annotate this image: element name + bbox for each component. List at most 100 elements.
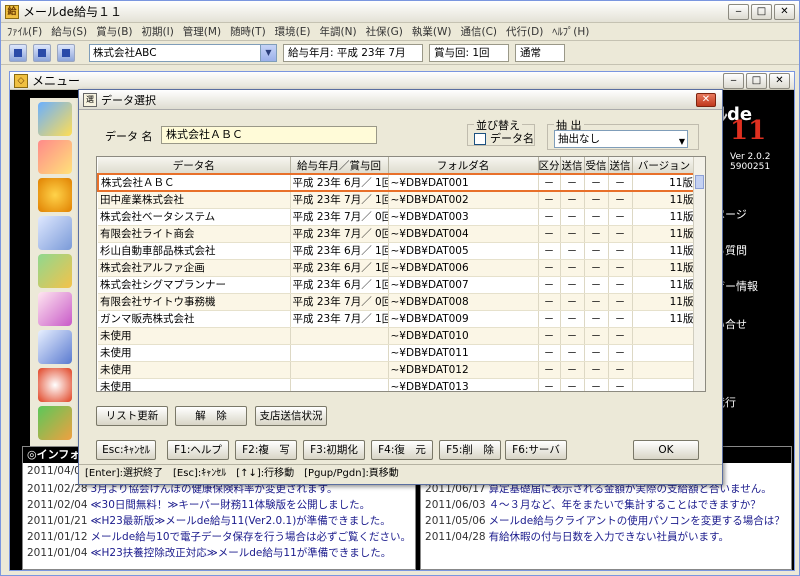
branch-send-status-button[interactable]: 支店送信状況 [255,406,327,426]
clock-menu-icon[interactable] [38,368,72,402]
ok-button[interactable]: OK [633,440,699,460]
menu-item[interactable]: 随時(T) [230,24,266,39]
pay-menu-icon[interactable] [38,102,72,136]
table-cell [632,327,697,345]
sort-by-name-checkbox[interactable]: データ名 [474,130,534,146]
table-row[interactable]: 未使用 ~¥DB¥DAT010 －－－－ [98,327,697,345]
table-row[interactable]: ガンマ販売株式会社 平成 23年 7月／ 1回 ~¥DB¥DAT009 －－－－ 11版 [98,310,697,328]
table-cell: ~¥DB¥DAT005 [388,242,539,260]
f5-delete-button[interactable]: F5:削 除 [439,440,501,460]
documents-menu-icon[interactable] [38,216,72,250]
chevron-down-icon[interactable]: ▼ [260,44,276,61]
minimize-button[interactable]: ‒ [728,3,749,20]
column-header[interactable]: データ名 [98,157,291,175]
table-cell: － [608,173,633,192]
list-item[interactable]: 2011/01/04 ≪H23扶養控除改正対応≫メールde給与11が準備できました… [27,545,411,561]
f6-server-button[interactable]: F6:サーバ [505,440,567,460]
menu-item[interactable]: 給与(S) [51,24,87,39]
table-row[interactable]: 未使用 ~¥DB¥DAT013 －－－－ [98,378,697,391]
column-header[interactable]: 給与年月／賞与回 [290,157,389,175]
exit-menu-icon[interactable] [38,406,72,440]
column-header[interactable]: フォルダ名 [388,157,539,175]
table-row[interactable]: 有限会社サイトウ事務機 平成 23年 7月／ 0回 ~¥DB¥DAT008 －－－－ 1… [98,293,697,311]
table-cell: － [584,327,609,345]
column-header[interactable]: バージョン [632,157,697,175]
news-text[interactable]: ≪30日間無料！≫キーパー財務11体験版を公開しました。 [91,499,371,511]
mail-receive-icon[interactable] [57,43,75,62]
menu-maximize-button[interactable]: □ [746,72,767,89]
grid-scrollbar[interactable] [693,157,705,391]
table-row[interactable]: 未使用 ~¥DB¥DAT011 －－－－ [98,344,697,362]
column-header[interactable]: 送信 [560,157,585,175]
mail-send-icon[interactable] [33,43,51,62]
close-button[interactable]: ✕ [774,3,795,20]
f3-initialize-button[interactable]: F3:初期化 [303,440,365,460]
column-header[interactable]: 受信 [584,157,609,175]
gear-menu-icon[interactable] [38,178,72,212]
checkbox-icon[interactable] [474,133,486,145]
f2-copy-button[interactable]: F2:複 写 [235,440,297,460]
save-icon[interactable] [9,43,27,62]
menu-minimize-button[interactable]: ‒ [723,72,744,89]
menu-close-button[interactable]: ✕ [769,72,790,89]
refresh-list-button[interactable]: リスト更新 [96,406,168,426]
dialog-close-button[interactable]: ✕ [696,93,716,107]
list-item[interactable]: 2011/05/06 メールde給与クライアントの使用パソコンを変更する場合は？ [425,513,787,529]
menu-item[interactable]: 代行(D) [506,24,543,39]
column-header[interactable]: 区分 [538,157,561,175]
news-text[interactable]: メールde給与クライアントの使用パソコンを変更する場合は？ [489,515,785,527]
menu-item[interactable]: 初期(I) [142,24,174,39]
menu-item[interactable]: 執業(W) [412,24,452,39]
table-row[interactable]: 田中産業株式会社 平成 23年 7月／ 1回 ~¥DB¥DAT002 －－－－ 11版 [98,191,697,209]
table-row[interactable]: 株式会社アルファ企画 平成 23年 6月／ 1回 ~¥DB¥DAT006 －－－－ 11… [98,259,697,277]
table-row[interactable]: 杉山自動車部品株式会社 平成 23年 6月／ 1回 ~¥DB¥DAT005 －－－－ 1… [98,242,697,260]
scrollbar-thumb[interactable] [695,175,704,189]
edit-menu-icon[interactable] [38,292,72,326]
table-cell: － [560,378,585,391]
table-row[interactable]: 有限会社ライト商会 平成 23年 7月／ 0回 ~¥DB¥DAT004 －－－－ 11版 [98,225,697,243]
menu-item[interactable]: ﾌｧｲﾙ(F) [7,24,42,39]
list-item[interactable]: 2011/06/03 ４～３月など、年をまたいで集計することはできますか？ [425,497,787,513]
table-cell: 平成 23年 6月／ 1回 [290,173,389,192]
data-name-field[interactable]: 株式会社ＡＢＣ [161,126,377,144]
list-item[interactable]: 2011/02/04 ≪30日間無料！≫キーパー財務11体験版を公開しました。 [27,497,411,513]
company-select[interactable]: 株式会社ABC ▼ [89,43,277,62]
menu-item[interactable]: 管理(M) [183,24,221,39]
table-row[interactable]: 株式会社シグマプランナー 平成 23年 6月／ 1回 ~¥DB¥DAT007 －－－－… [98,276,697,294]
news-text[interactable]: メールde給与10で電子データ保存を行う場合は必ずご覧ください。 [91,531,412,543]
tools-menu-icon[interactable] [38,254,72,288]
main-window: 給 メールde給与１１ ‒ □ ✕ ﾌｧｲﾙ(F) 給与(S) 賞与(B) 初期(I)… [0,0,800,576]
table-cell: － [538,259,561,277]
chevron-down-icon[interactable]: ▼ [679,134,685,150]
menu-item[interactable]: ﾍﾙﾌﾟ(H) [552,24,589,39]
f1-help-button[interactable]: F1:ヘルプ [167,440,229,460]
menu-item[interactable]: 年調(N) [320,24,357,39]
table-row[interactable]: 株式会社ＡＢＣ 平成 23年 6月／ 1回 ~¥DB¥DAT001 －－－－ 11版 [97,173,697,192]
release-button[interactable]: 解 除 [175,406,247,426]
esc-cancel-button[interactable]: Esc:ｷｬﾝｾﾙ [96,440,156,460]
news-text[interactable]: 有給休暇の付与日数を入力できない社員がいます。 [489,531,729,543]
maximize-button[interactable]: □ [751,3,772,20]
report-menu-icon[interactable] [38,330,72,364]
news-text[interactable]: ≪H23最新版≫メールde給与11(Ver2.0.1)が準備できました。 [91,515,391,527]
list-item[interactable]: 2011/01/12 メールde給与10で電子データ保存を行う場合は必ずご覧くださ… [27,529,411,545]
bonus-menu-icon[interactable] [38,140,72,174]
news-text[interactable]: ４～３月など、年をまたいで集計することはできますか？ [489,499,761,511]
table-row[interactable]: 未使用 ~¥DB¥DAT012 －－－－ [98,361,697,379]
table-row[interactable]: 株式会社ベータシステム 平成 23年 7月／ 0回 ~¥DB¥DAT003 －－－－ 1… [98,208,697,226]
column-header[interactable]: 送信 [608,157,633,175]
menu-item[interactable]: 賞与(B) [96,24,132,39]
data-select-dialog: 選 データ選択 ✕ データ 名 株式会社ＡＢＣ 並び替え データ名 抽 出 抽出… [78,89,723,485]
f4-restore-button[interactable]: F4:復 元 [371,440,433,460]
list-item[interactable]: 2011/04/28 有給休暇の付与日数を入力できない社員がいます。 [425,529,787,545]
news-text[interactable]: ≪H23扶養控除改正対応≫メールde給与11が準備できました。 [91,547,392,559]
menu-item[interactable]: 環境(E) [275,24,311,39]
menu-item[interactable]: 通信(C) [460,24,497,39]
extract-select[interactable]: 抽出なし ▼ [554,130,688,148]
list-item[interactable]: 2011/01/21 ≪H23最新版≫メールde給与11(Ver2.0.1)が準備… [27,513,411,529]
sort-group: 並び替え データ名 [467,117,535,146]
table-cell: ~¥DB¥DAT003 [388,208,539,226]
table-cell: － [608,361,633,379]
menu-item[interactable]: 社保(G) [366,24,403,39]
table-cell: － [560,242,585,260]
